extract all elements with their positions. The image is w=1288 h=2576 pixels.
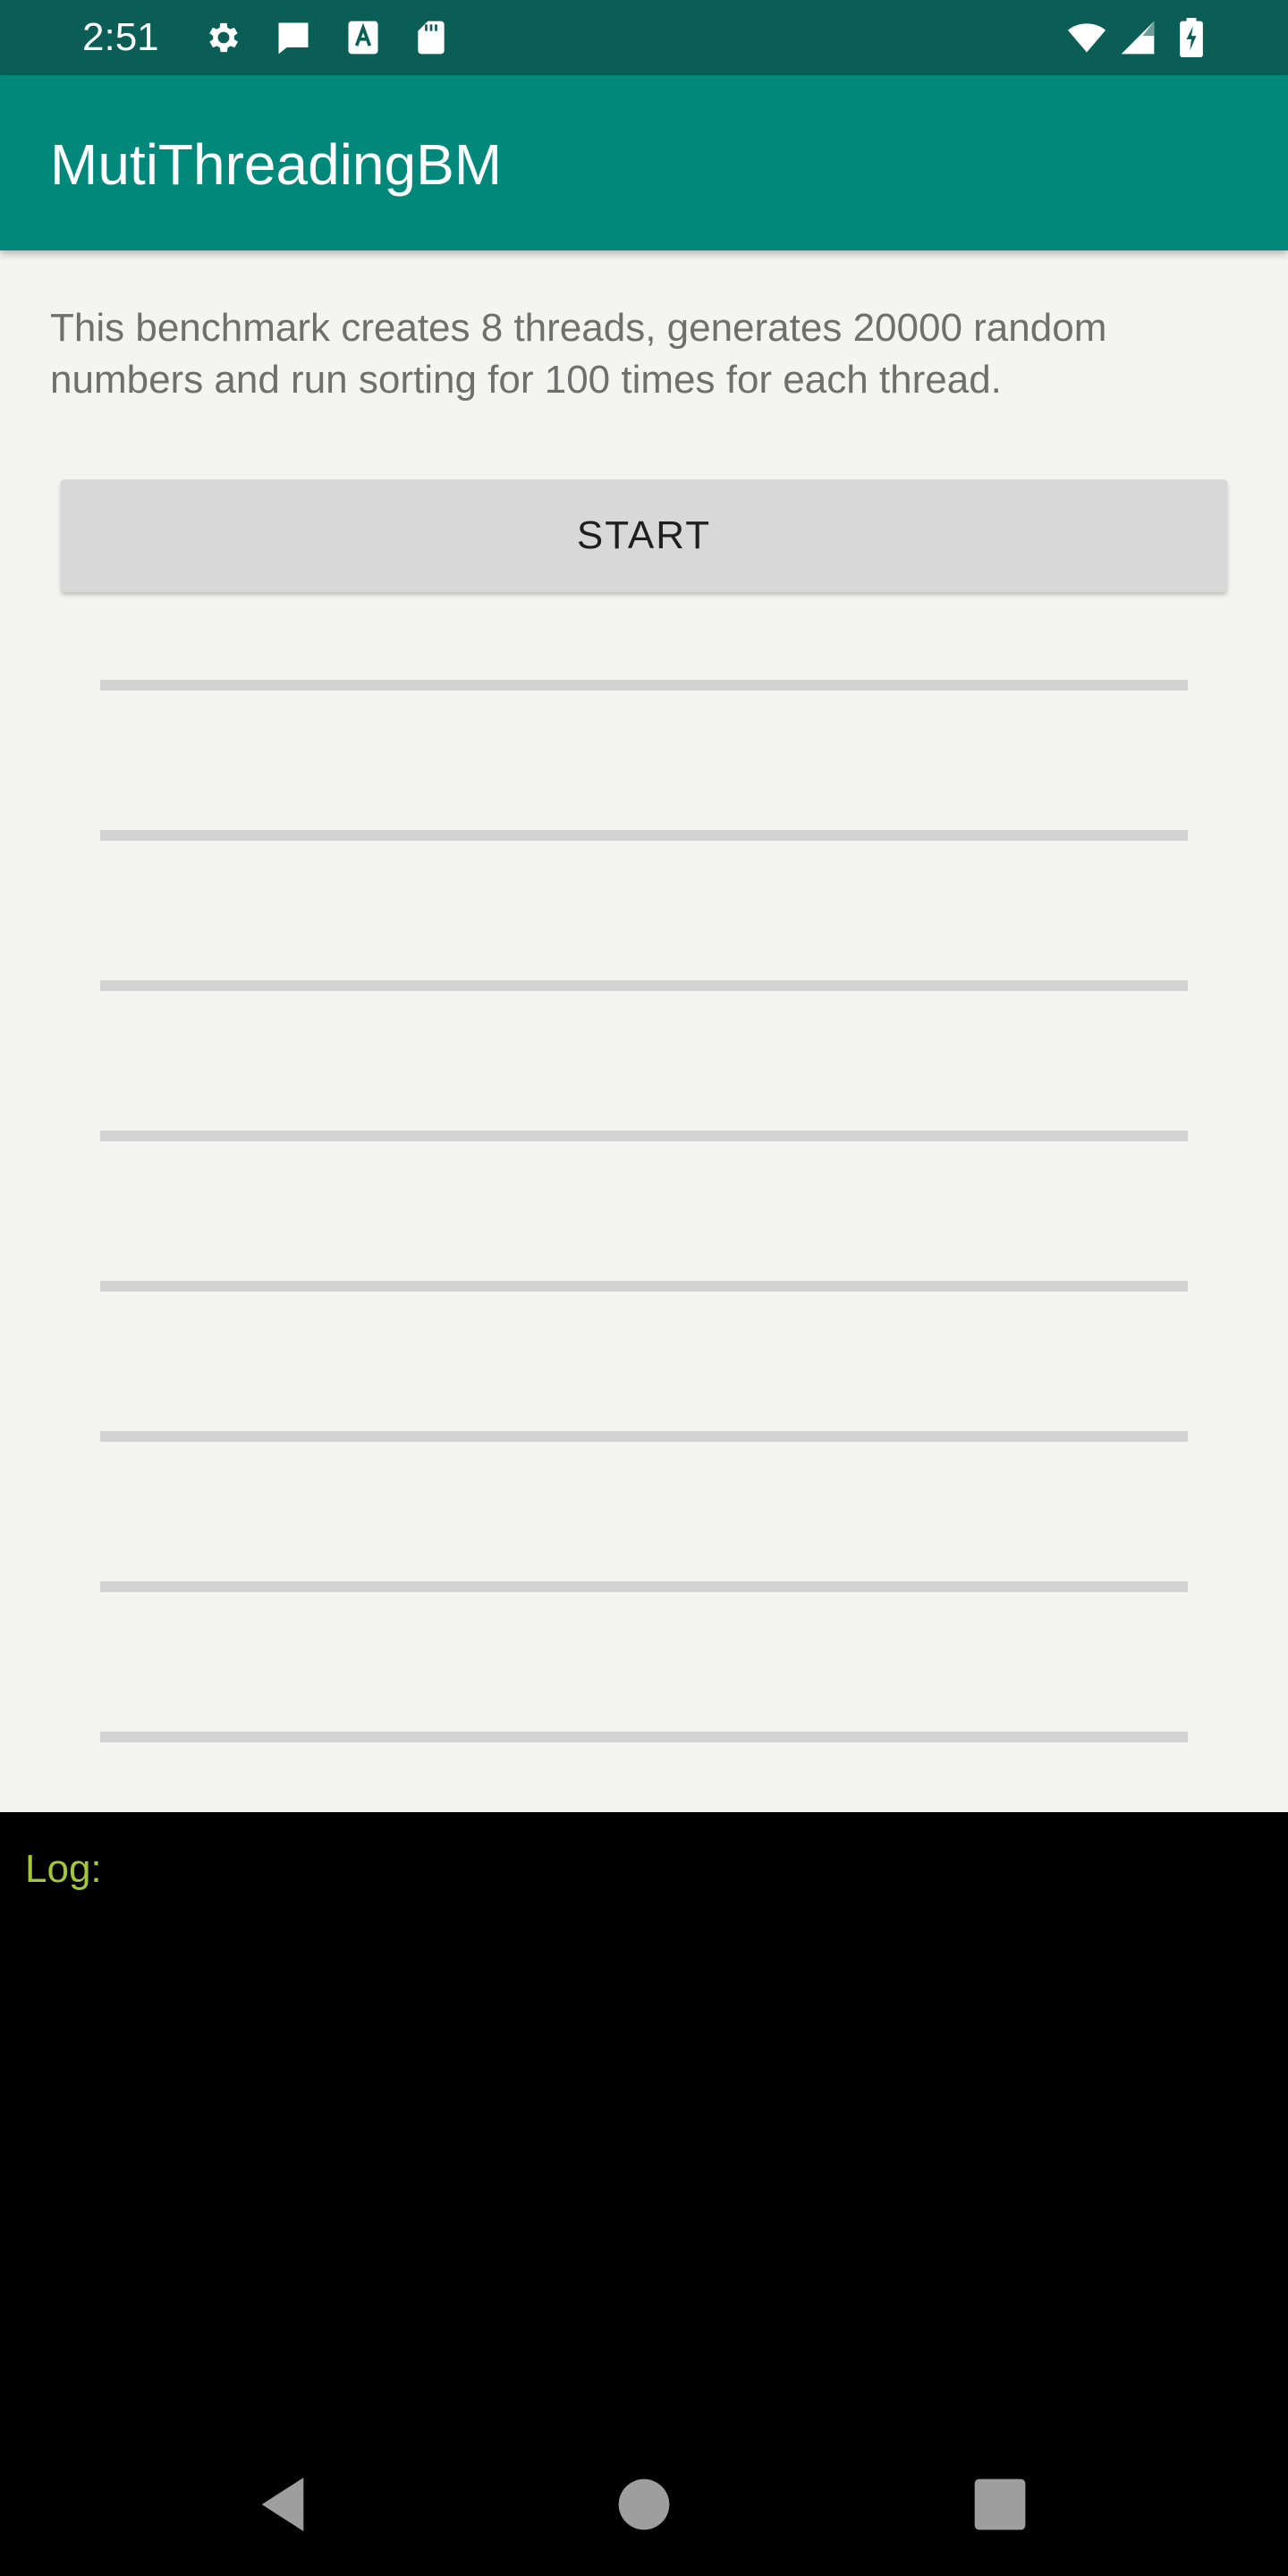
thread-progress-bar xyxy=(100,1732,1188,1742)
battery-charging-icon xyxy=(1180,18,1203,57)
log-panel: Log: xyxy=(0,1812,1288,2576)
start-button[interactable]: START xyxy=(61,479,1227,592)
thread-progress-bar xyxy=(100,1581,1188,1592)
settings-icon xyxy=(209,22,238,53)
thread-progress-bar xyxy=(100,1281,1188,1292)
status-time: 2:51 xyxy=(82,15,159,59)
thread-progress-bar xyxy=(100,830,1188,841)
thread-progress-bar xyxy=(100,980,1188,991)
home-icon[interactable] xyxy=(608,2469,680,2540)
thread-progress-bar xyxy=(100,1431,1188,1442)
back-icon[interactable] xyxy=(247,2469,318,2540)
app-title: MutiThreadingBM xyxy=(50,132,503,197)
status-bar: 2:51 xyxy=(0,0,1288,75)
cell-signal-icon xyxy=(1121,21,1155,55)
benchmark-description: This benchmark creates 8 threads, genera… xyxy=(50,306,1107,402)
wifi-icon xyxy=(1067,23,1106,53)
message-icon xyxy=(278,22,309,55)
thread-progress-bar xyxy=(100,1131,1188,1141)
a-notification-icon xyxy=(348,21,378,55)
sd-card-icon xyxy=(418,21,445,55)
log-label: Log: xyxy=(25,1847,102,1891)
screen: 2:51 MutiThreadingBM This benchmark crea… xyxy=(0,0,1288,2576)
thread-progress-bar xyxy=(100,680,1188,691)
recents-icon[interactable] xyxy=(964,2469,1036,2540)
app-bar: MutiThreadingBM xyxy=(0,75,1288,250)
